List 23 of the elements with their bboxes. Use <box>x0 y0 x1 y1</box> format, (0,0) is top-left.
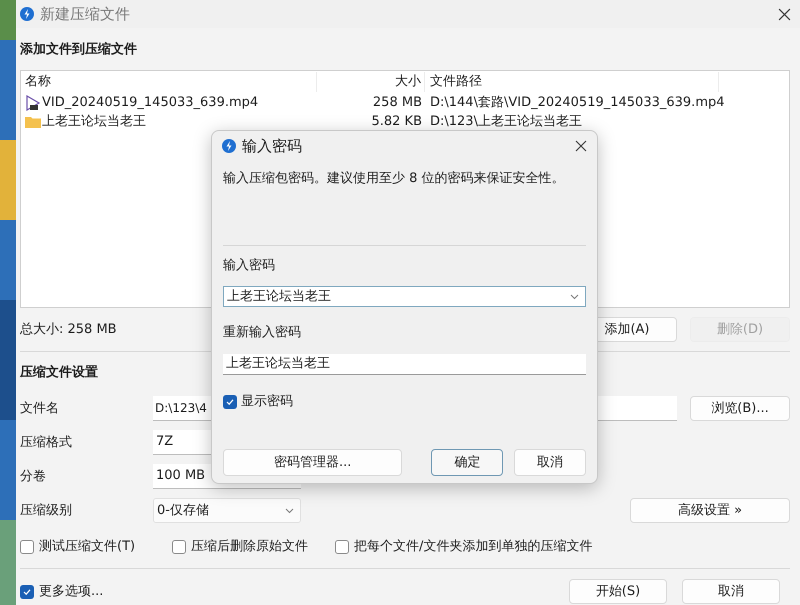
dialog-title: 输入密码 <box>242 136 302 157</box>
section-title: 添加文件到压缩文件 <box>20 40 137 60</box>
dialog-message: 输入压缩包密码。建议使用至少 8 位的密码来保证安全性。 <box>223 171 565 186</box>
file-name: 上老王论坛当老王 <box>42 112 146 131</box>
checkbox-label: 显示密码 <box>241 393 293 412</box>
field-label: 分卷 <box>20 468 47 486</box>
field-label: 重新输入密码 <box>223 324 301 342</box>
checkbox-label: 更多选项... <box>39 582 104 601</box>
file-size: 258 MB <box>372 94 423 112</box>
total-size: 总大小: 258 MB <box>20 320 117 339</box>
checkbox-label: 压缩后删除原始文件 <box>191 538 308 556</box>
field-label: 文件名 <box>20 400 60 418</box>
file-name: VID_20240519_145033_639.mp4 <box>42 94 258 112</box>
checkbox-label: 把每个文件/文件夹添加到单独的压缩文件 <box>354 538 592 556</box>
section-title: 压缩文件设置 <box>20 364 98 382</box>
field-label: 输入密码 <box>223 257 275 276</box>
window-title: 新建压缩文件 <box>40 4 130 25</box>
checkbox-label: 测试压缩文件(T) <box>39 538 136 556</box>
file-size: 5.82 KB <box>370 112 423 131</box>
file-path: D:\144\套路\VID_20240519_145033_639.mp4 <box>429 94 725 112</box>
field-label: 压缩格式 <box>20 434 73 452</box>
field-label: 压缩级别 <box>20 502 73 520</box>
file-path: D:\123\上老王论坛当老王 <box>429 112 582 131</box>
